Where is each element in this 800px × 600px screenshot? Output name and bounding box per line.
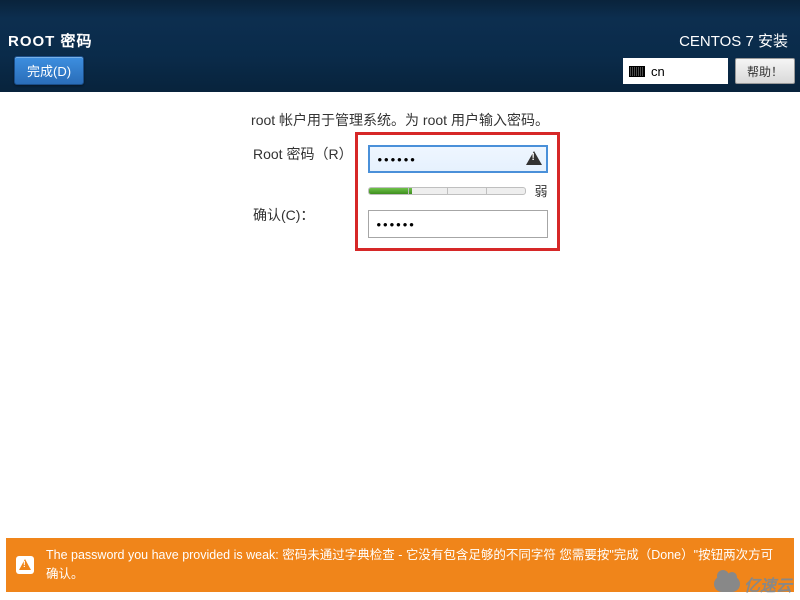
done-button[interactable]: 完成(D) [14, 56, 84, 85]
header-bar: ROOT 密码 完成(D) CENTOS 7 安装 cn 帮助！ [0, 0, 800, 92]
confirm-password-label: 确认(C)： [253, 205, 314, 225]
password-strength-text: 弱 [534, 181, 547, 200]
keyboard-icon [629, 66, 645, 77]
page-title: ROOT 密码 [8, 30, 93, 51]
password-strength-row: 弱 [368, 181, 548, 200]
root-password-input[interactable] [368, 145, 548, 173]
installer-name: CENTOS 7 安装 [679, 30, 788, 51]
keyboard-layout-selector[interactable]: cn [623, 58, 728, 84]
keyboard-layout-code: cn [651, 64, 665, 79]
main-area: root 帐户用于管理系统。为 root 用户输入密码。 Root 密码（R） … [0, 92, 800, 130]
root-password-label: Root 密码（R） [253, 144, 353, 164]
watermark: 亿速云 [714, 572, 792, 596]
password-strength-meter [368, 187, 527, 195]
form-description: root 帐户用于管理系统。为 root 用户输入密码。 [0, 110, 800, 130]
confirm-password-input[interactable] [368, 210, 548, 238]
warning-bar: The password you have provided is weak: … [6, 538, 794, 592]
warning-icon [526, 151, 542, 165]
help-button[interactable]: 帮助！ [735, 58, 795, 84]
alert-icon [16, 556, 34, 574]
cloud-icon [714, 576, 740, 592]
warning-text: The password you have provided is weak: … [46, 546, 784, 584]
password-form-highlight: 弱 [355, 132, 560, 251]
